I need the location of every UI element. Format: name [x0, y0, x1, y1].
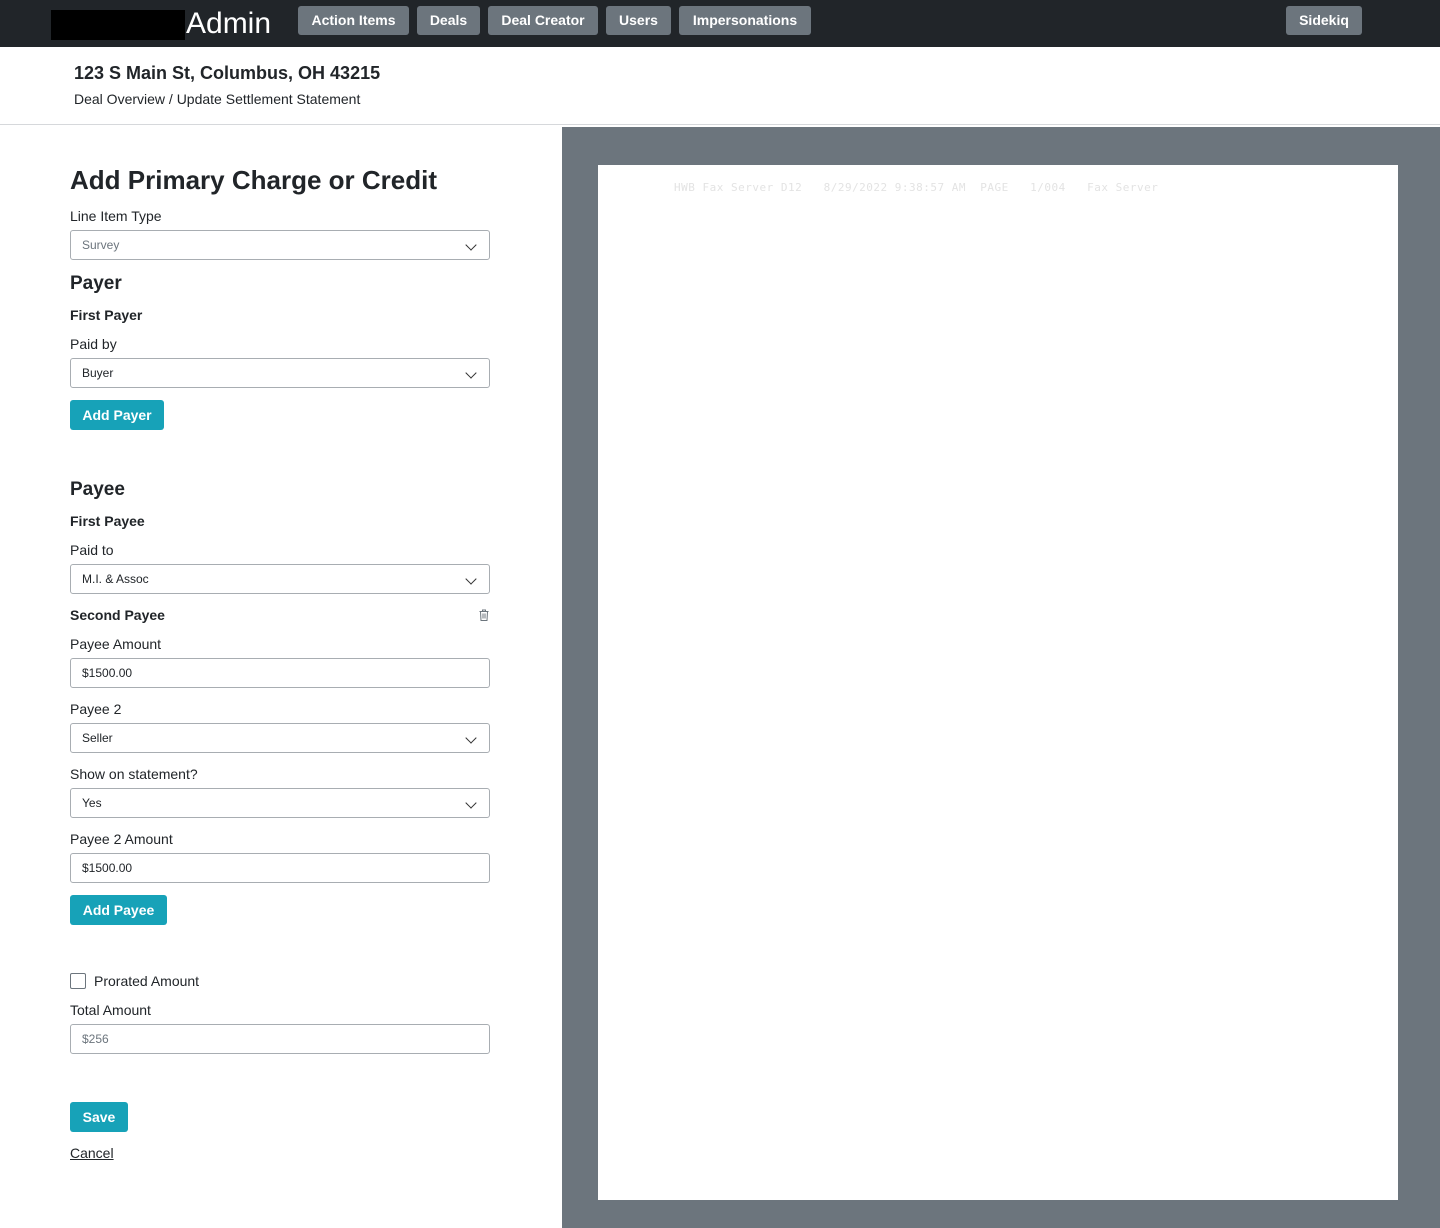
first-payer-label: First Payer — [70, 307, 143, 323]
payee2-amount-value: $1500.00 — [82, 861, 133, 875]
payee2-amount-input[interactable]: $1500.00 — [70, 853, 490, 883]
payer-heading: Payer — [70, 273, 122, 294]
form-title: Add Primary Charge or Credit — [70, 165, 437, 195]
total-amount-input[interactable]: $256 — [70, 1024, 490, 1054]
total-amount-placeholder: $256 — [82, 1032, 109, 1046]
paid-by-value: Buyer — [82, 366, 114, 380]
save-button[interactable]: Save — [70, 1102, 128, 1132]
prorated-label[interactable]: Prorated Amount — [94, 973, 199, 989]
add-payee-button[interactable]: Add Payee — [70, 895, 167, 925]
show-on-statement-value: Yes — [82, 796, 102, 810]
chevron-down-icon — [465, 239, 477, 251]
paid-to-value: M.I. & Assoc — [82, 572, 149, 586]
payee-amount-value: $1500.00 — [82, 666, 133, 680]
payee2-label: Payee 2 — [70, 701, 122, 717]
document-viewer: HWB Fax Server D12 8/29/2022 9:38:57 AM … — [562, 127, 1440, 1228]
payee-heading: Payee — [70, 479, 125, 500]
payee2-amount-label: Payee 2 Amount — [70, 831, 173, 847]
paid-by-label: Paid by — [70, 336, 117, 352]
prorated-checkbox[interactable] — [70, 973, 86, 989]
second-payee-label: Second Payee — [70, 607, 165, 623]
chevron-down-icon — [465, 797, 477, 809]
nav-users-button[interactable]: Users — [606, 6, 671, 35]
line-item-type-select[interactable]: Survey — [70, 230, 490, 260]
nav-deal-creator-button[interactable]: Deal Creator — [488, 6, 598, 35]
nav-sidekiq-button[interactable]: Sidekiq — [1286, 6, 1362, 35]
line-item-type-value: Survey — [82, 238, 120, 252]
show-on-statement-label: Show on statement? — [70, 766, 198, 782]
cancel-link[interactable]: Cancel — [70, 1145, 114, 1161]
deal-header: 123 S Main St, Columbus, OH 43215 Deal O… — [0, 47, 1440, 125]
payee-amount-label: Payee Amount — [70, 636, 162, 652]
paid-by-select[interactable]: Buyer — [70, 358, 490, 388]
nav-action-items-button[interactable]: Action Items — [298, 6, 409, 35]
fax-header-text: HWB Fax Server D12 8/29/2022 9:38:57 AM … — [674, 181, 1159, 194]
trash-icon[interactable] — [479, 609, 489, 621]
brand-title[interactable]: Admin — [186, 6, 271, 42]
deal-address: 123 S Main St, Columbus, OH 43215 — [74, 63, 381, 83]
breadcrumb: Deal Overview / Update Settlement Statem… — [74, 91, 361, 107]
paid-to-label: Paid to — [70, 542, 114, 558]
line-item-type-label: Line Item Type — [70, 208, 162, 224]
nav-impersonations-button[interactable]: Impersonations — [679, 6, 811, 35]
payee2-select[interactable]: Seller — [70, 723, 490, 753]
add-payer-button[interactable]: Add Payer — [70, 400, 164, 430]
chevron-down-icon — [465, 367, 477, 379]
chevron-down-icon — [465, 732, 477, 744]
top-navbar: Admin Action Items Deals Deal Creator Us… — [0, 0, 1440, 47]
redacted-logo — [51, 10, 185, 40]
paid-to-select[interactable]: M.I. & Assoc — [70, 564, 490, 594]
payee2-value: Seller — [82, 731, 113, 745]
nav-deals-button[interactable]: Deals — [417, 6, 480, 35]
payee-amount-input[interactable]: $1500.00 — [70, 658, 490, 688]
first-payee-label: First Payee — [70, 513, 145, 529]
chevron-down-icon — [465, 573, 477, 585]
total-amount-label: Total Amount — [70, 1002, 151, 1018]
document-page[interactable]: HWB Fax Server D12 8/29/2022 9:38:57 AM … — [598, 165, 1398, 1200]
show-on-statement-select[interactable]: Yes — [70, 788, 490, 818]
